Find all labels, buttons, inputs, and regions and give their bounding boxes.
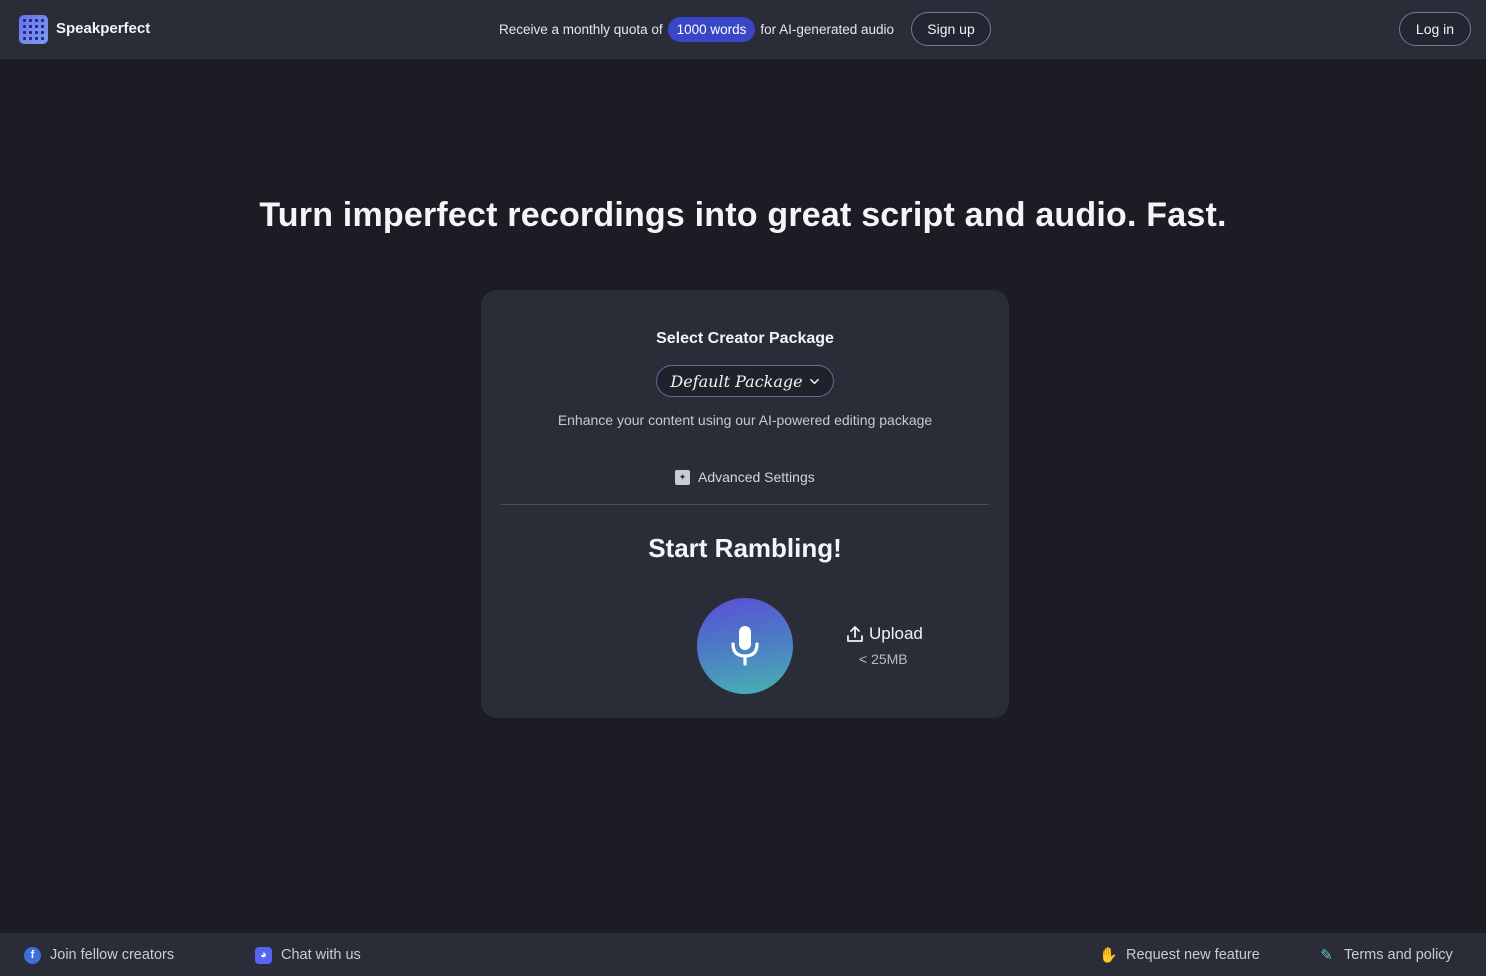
- hand-icon: ✋: [1099, 947, 1118, 964]
- speakperfect-logo-icon[interactable]: [19, 15, 48, 44]
- top-bar: Speakperfect Receive a monthly quota of …: [0, 0, 1486, 59]
- advanced-settings-label: Advanced Settings: [698, 469, 815, 485]
- footer-bar: f Join fellow creators ◕ Chat with us ✋ …: [0, 933, 1486, 976]
- word-quota-badge: 1000 words: [667, 16, 756, 42]
- footer-join-creators-link[interactable]: f Join fellow creators: [24, 945, 174, 965]
- footer-item-label: Chat with us: [281, 947, 361, 963]
- settings-icon: ✦: [675, 469, 690, 485]
- microphone-icon: [731, 626, 759, 666]
- divider: [501, 504, 989, 505]
- upload-icon: [847, 626, 863, 642]
- sign-up-button[interactable]: Sign up: [911, 12, 991, 46]
- upload-label: Upload: [869, 624, 923, 643]
- upload-size-limit: < 25MB: [859, 651, 908, 667]
- quota-promo: Receive a monthly quota of 1000 words fo…: [499, 12, 894, 46]
- package-description: Enhance your content using our AI-powere…: [557, 412, 933, 428]
- promo-prefix: Receive a monthly quota of: [499, 21, 663, 37]
- facebook-icon: f: [24, 946, 41, 964]
- card-title: Select Creator Package: [656, 330, 834, 347]
- package-selected-value: Default Package: [670, 371, 803, 391]
- footer-terms-link[interactable]: ✎ Terms and policy: [1318, 945, 1453, 965]
- promo-suffix: for AI-generated audio: [760, 21, 895, 37]
- start-rambling-heading: Start Rambling!: [648, 533, 842, 563]
- package-dropdown[interactable]: Default Package: [656, 365, 834, 397]
- brand-name[interactable]: Speakperfect: [56, 20, 150, 37]
- hero-headline: Turn imperfect recordings into great scr…: [259, 196, 1227, 234]
- footer-chat-link[interactable]: ◕ Chat with us: [255, 945, 361, 965]
- advanced-settings-toggle[interactable]: ✦ Advanced Settings: [675, 468, 815, 486]
- chevron-down-icon: [809, 378, 819, 384]
- log-in-button[interactable]: Log in: [1399, 12, 1471, 46]
- footer-item-label: Terms and policy: [1344, 947, 1453, 963]
- discord-icon: ◕: [255, 946, 272, 964]
- creator-card: Select Creator Package Default Package E…: [481, 290, 1009, 718]
- record-button[interactable]: [697, 598, 793, 694]
- footer-item-label: Request new feature: [1126, 947, 1260, 963]
- document-edit-icon: ✎: [1320, 947, 1333, 964]
- footer-item-label: Join fellow creators: [50, 947, 175, 963]
- footer-request-feature-link[interactable]: ✋ Request new feature: [1099, 945, 1260, 965]
- upload-button[interactable]: Upload: [846, 624, 926, 644]
